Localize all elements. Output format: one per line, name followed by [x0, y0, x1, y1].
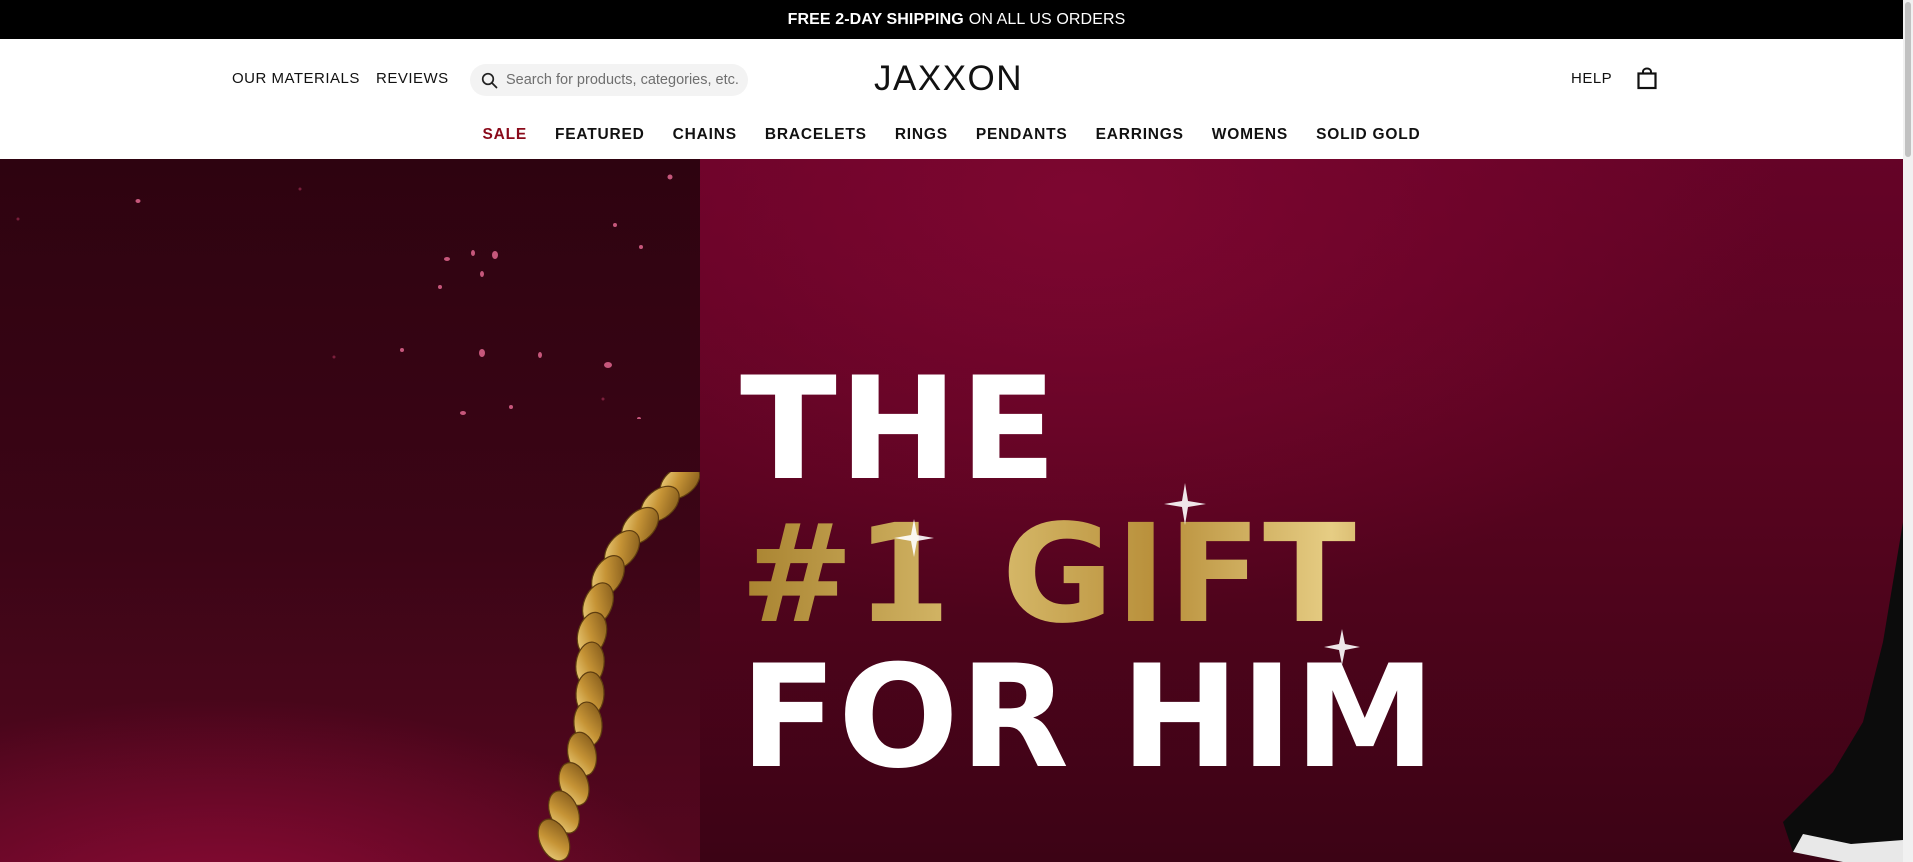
main-menu: SALE FEATURED CHAINS BRACELETS RINGS PEN…	[0, 123, 1903, 147]
site-header: OUR MATERIALS REVIEWS JAXXON HELP SALE F…	[0, 39, 1903, 159]
hero-banner[interactable]: THE #1 GIFT FOR HIM	[0, 159, 1903, 862]
announcement-text: ON ALL US ORDERS	[968, 10, 1126, 28]
logo[interactable]: JAXXON	[874, 59, 1023, 99]
menu-solid-gold[interactable]: SOLID GOLD	[1316, 123, 1420, 147]
sparkle-decoration	[894, 483, 1360, 665]
scrollbar-thumb[interactable]	[1905, 2, 1911, 157]
search-icon	[481, 72, 498, 88]
bag-icon[interactable]	[1636, 67, 1658, 90]
help-link[interactable]: HELP	[1571, 70, 1612, 87]
announcement-bold: FREE 2-DAY SHIPPING	[787, 10, 964, 28]
menu-pendants[interactable]: PENDANTS	[976, 123, 1068, 147]
menu-featured[interactable]: FEATURED	[555, 123, 645, 147]
reviews-link[interactable]: REVIEWS	[376, 70, 449, 87]
menu-womens[interactable]: WOMENS	[1212, 123, 1288, 147]
gift-box-image	[1783, 522, 1903, 862]
menu-chains[interactable]: CHAINS	[673, 123, 737, 147]
menu-bracelets[interactable]: BRACELETS	[765, 123, 867, 147]
our-materials-link[interactable]: OUR MATERIALS	[232, 70, 360, 87]
search-box[interactable]	[470, 64, 748, 96]
menu-rings[interactable]: RINGS	[895, 123, 948, 147]
menu-sale[interactable]: SALE	[482, 123, 527, 147]
announcement-bar: FREE 2-DAY SHIPPING ON ALL US ORDERS	[0, 0, 1913, 39]
gold-chain-image	[537, 472, 700, 862]
page: FREE 2-DAY SHIPPING ON ALL US ORDERS OUR…	[0, 0, 1913, 862]
menu-earrings[interactable]: EARRINGS	[1096, 123, 1184, 147]
search-input[interactable]	[506, 72, 742, 88]
confetti-decoration	[16, 174, 673, 419]
